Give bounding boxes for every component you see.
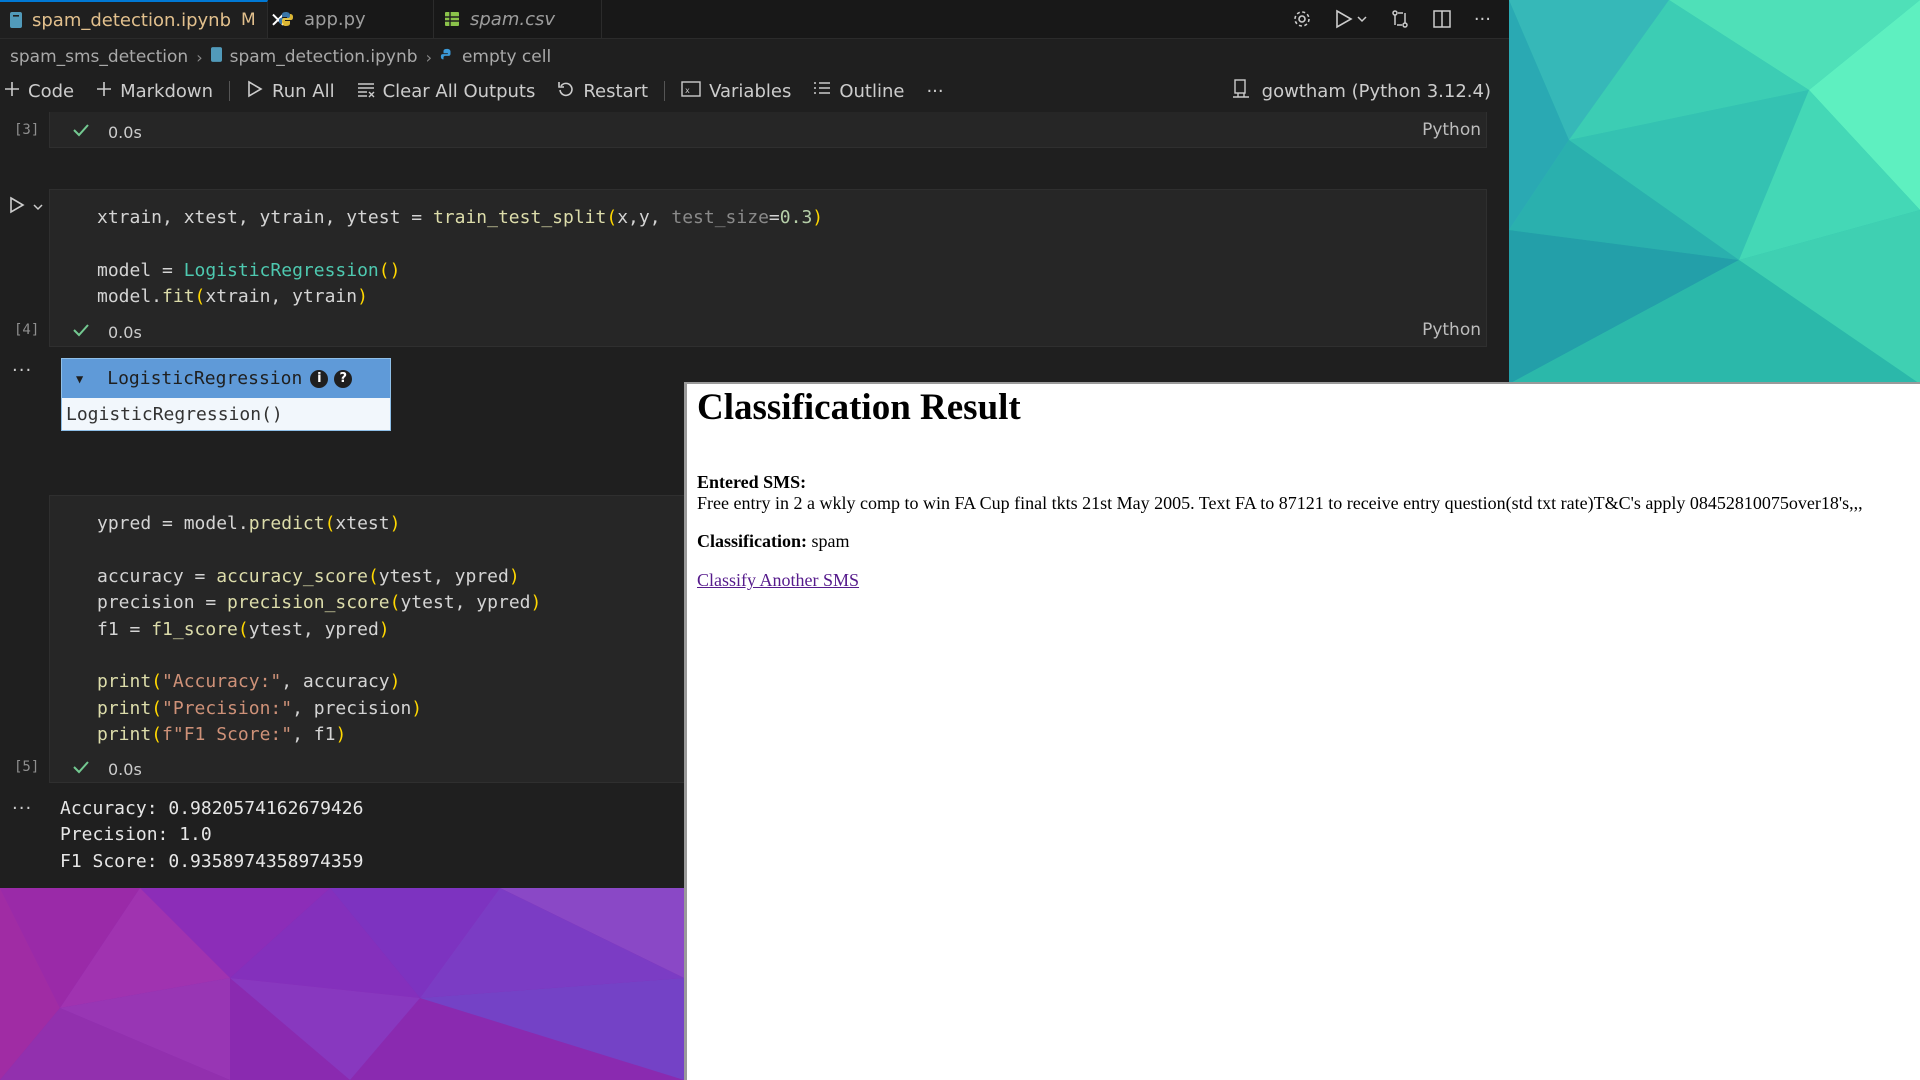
estimator-repr: LogisticRegression()	[62, 398, 390, 430]
more-toolbar-actions[interactable]: ···	[926, 81, 943, 102]
tab-spam-detection-notebook[interactable]: spam_detection.ipynb M ✕	[0, 0, 286, 38]
tab-label: spam.csv	[470, 8, 556, 30]
clear-all-outputs-label: Clear All Outputs	[382, 80, 536, 102]
add-code-cell-button[interactable]: Code	[4, 81, 74, 102]
more-actions-icon[interactable]: ···	[1474, 9, 1491, 30]
kernel-picker[interactable]: gowtham (Python 3.12.4)	[1232, 76, 1491, 106]
editor-actions: ···	[1292, 0, 1491, 38]
variables-button[interactable]: x Variables	[681, 80, 791, 103]
entered-sms-text: Free entry in 2 a wkly comp to win FA Cu…	[697, 493, 1863, 513]
notebook-icon	[210, 47, 222, 67]
cell-output: Accuracy: 0.9820574162679426 Precision: 1…	[60, 796, 363, 875]
desktop-wallpaper-purple	[0, 888, 684, 1080]
notebook-icon	[10, 11, 22, 29]
output-menu-icon[interactable]: ···	[12, 798, 32, 819]
desktop-wallpaper-teal	[1509, 0, 1920, 384]
add-code-label: Code	[28, 80, 75, 102]
notebook-toolbar: Code Markdown Run All Clear All Outputs	[0, 76, 1509, 106]
breadcrumb-cell[interactable]: empty cell	[462, 47, 551, 67]
page-title: Classification Result	[697, 387, 1021, 428]
f1-output: F1 Score: 0.9358974358974359	[60, 850, 364, 872]
add-markdown-cell-button[interactable]: Markdown	[96, 81, 213, 102]
info-icon[interactable]: i	[310, 369, 329, 388]
chevron-down-icon[interactable]	[32, 198, 44, 217]
tab-label: app.py	[304, 8, 366, 30]
outline-icon	[813, 80, 831, 103]
editor-tab-bar: spam_detection.ipynb M ✕ app.py spam.csv	[0, 0, 1509, 39]
csv-icon	[444, 10, 460, 28]
classification-row: Classification: spam	[697, 531, 850, 552]
cell-icon	[440, 47, 454, 67]
code-cell-3[interactable]	[49, 112, 1487, 148]
cell-status: 0.0s	[72, 758, 142, 780]
restart-label: Restart	[583, 80, 649, 102]
split-editor-icon[interactable]	[1432, 9, 1452, 29]
modified-indicator: M	[241, 10, 256, 30]
clear-outputs-icon	[357, 80, 375, 103]
execution-time: 0.0s	[108, 122, 142, 142]
execution-time: 0.0s	[108, 759, 142, 779]
tab-app-py[interactable]: app.py	[268, 0, 434, 38]
classify-another-link[interactable]: Classify Another SMS	[697, 570, 859, 591]
play-icon	[246, 80, 264, 103]
breadcrumb: spam_sms_detection › spam_detection.ipyn…	[10, 44, 551, 70]
plus-icon	[4, 81, 20, 102]
breadcrumb-file[interactable]: spam_detection.ipynb	[230, 47, 418, 67]
python-icon	[278, 10, 294, 28]
breadcrumb-folder[interactable]: spam_sms_detection	[10, 47, 188, 67]
cell-status: 0.0s	[72, 121, 142, 143]
cell-status: 0.0s	[72, 321, 142, 343]
execution-count: [4]	[14, 322, 40, 338]
entered-sms-label: Entered SMS:	[697, 472, 807, 492]
check-icon	[72, 758, 90, 780]
run-cell-icon[interactable]	[8, 196, 26, 218]
add-markdown-label: Markdown	[120, 80, 214, 102]
cell-language[interactable]: Python	[1422, 320, 1481, 340]
help-icon[interactable]: ?	[334, 369, 353, 388]
kernel-icon	[1232, 78, 1250, 104]
classification-value: spam	[811, 531, 850, 551]
classification-label: Classification:	[697, 531, 807, 551]
execution-time: 0.0s	[108, 322, 142, 342]
more-icon: ···	[926, 80, 944, 102]
estimator-header[interactable]: ▼ LogisticRegression i ?	[62, 359, 390, 398]
tab-label: spam_detection.ipynb	[32, 9, 232, 31]
restart-icon	[557, 80, 575, 103]
execution-count: [5]	[14, 759, 40, 775]
tab-spam-csv[interactable]: spam.csv	[434, 0, 602, 38]
browser-page: Classification Result Entered SMS: Free …	[684, 382, 1920, 1080]
chevron-right-icon: ›	[196, 47, 203, 67]
kernel-label: gowtham (Python 3.12.4)	[1261, 80, 1491, 102]
outline-label: Outline	[839, 80, 905, 102]
gear-icon[interactable]	[1292, 9, 1312, 29]
cell-language[interactable]: Python	[1422, 120, 1481, 140]
toolbar-divider	[229, 81, 231, 101]
code-editor-cell-5[interactable]: ypred = model.predict(xtest) accuracy = …	[97, 511, 541, 749]
accuracy-output: Accuracy: 0.9820574162679426	[60, 798, 364, 819]
cell-run-controls	[8, 196, 44, 218]
code-editor-cell-4[interactable]: xtrain, xtest, ytrain, ytest = train_tes…	[97, 205, 823, 311]
plus-icon	[96, 81, 112, 102]
outline-button[interactable]: Outline	[813, 80, 904, 103]
precision-output: Precision: 1.0	[60, 824, 212, 846]
chevron-right-icon: ›	[425, 47, 432, 67]
estimator-title: LogisticRegression	[107, 368, 303, 389]
compare-changes-icon[interactable]	[1390, 9, 1410, 29]
collapse-triangle-icon[interactable]: ▼	[76, 372, 83, 386]
clear-all-outputs-button[interactable]: Clear All Outputs	[357, 80, 536, 103]
run-all-button[interactable]: Run All	[246, 80, 335, 103]
execution-count: [3]	[14, 122, 40, 138]
check-icon	[72, 121, 90, 143]
variables-label: Variables	[709, 80, 792, 102]
toolbar-divider	[664, 81, 666, 101]
run-play-icon[interactable]	[1334, 9, 1368, 29]
check-icon	[72, 321, 90, 343]
output-menu-icon[interactable]: ···	[12, 360, 32, 381]
estimator-widget[interactable]: ▼ LogisticRegression i ? LogisticRegress…	[61, 358, 391, 431]
svg-text:x: x	[685, 86, 690, 95]
run-all-label: Run All	[272, 80, 335, 102]
variables-icon: x	[681, 80, 701, 103]
restart-button[interactable]: Restart	[557, 80, 648, 103]
